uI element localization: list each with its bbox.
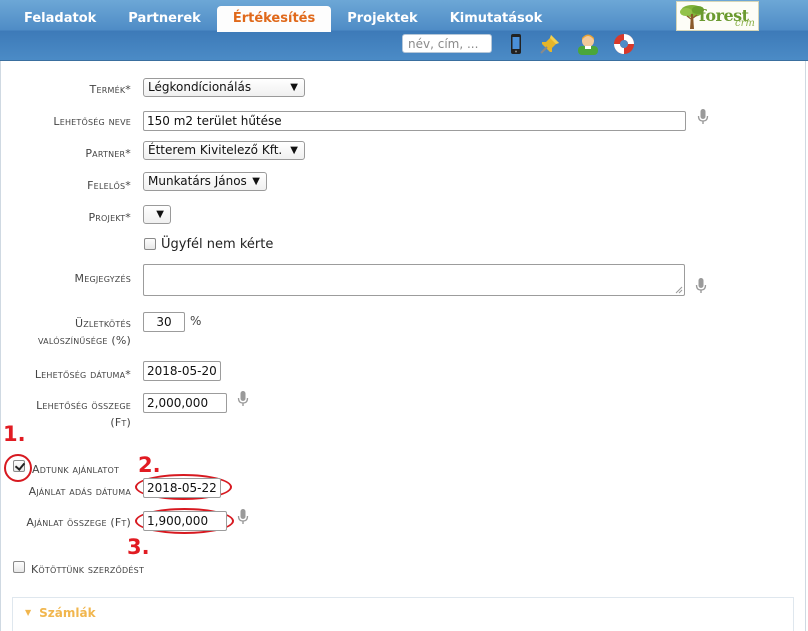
tab-projektek[interactable]: Projektek [331, 6, 433, 32]
microphone-icon[interactable] [697, 108, 709, 126]
dropdown-arrow-icon: ▼ [290, 82, 298, 93]
projekt-label: Projekt* [88, 211, 131, 224]
megjegyzes-textarea[interactable] [143, 264, 685, 296]
content-right-border [805, 61, 806, 631]
lehetoseg-osszege-input[interactable]: 2,000,000 [143, 393, 227, 413]
dropdown-arrow-icon: ▼ [290, 145, 298, 156]
annotation-number-1: 1. [3, 422, 26, 446]
lehetoseg-osszege-label: Lehetőség összege (Ft) [36, 399, 131, 429]
microphone-icon[interactable] [237, 390, 249, 408]
content-left-border [0, 61, 1, 631]
tab-feladatok[interactable]: Feladatok [8, 6, 112, 32]
dropdown-arrow-icon: ▼ [156, 209, 164, 220]
partner-select[interactable]: Étterem Kivitelező Kft. ▼ [143, 141, 305, 160]
collapse-triangle-icon: ▼ [25, 608, 32, 617]
lehetoseg-neve-label: Lehetőség neve [53, 115, 131, 128]
microphone-icon[interactable] [695, 277, 707, 295]
tab-partnerek[interactable]: Partnerek [112, 6, 217, 32]
lehetoseg-datuma-label: Lehetőség dátuma* [34, 368, 131, 381]
adtunk-ajanlatot-checkbox[interactable] [13, 460, 25, 472]
projekt-select[interactable]: ▼ [143, 205, 171, 224]
user-icon[interactable] [576, 32, 600, 56]
dropdown-arrow-icon: ▼ [252, 176, 260, 187]
main-tabs: Feladatok Partnerek Értékesítés Projekte… [8, 6, 558, 32]
felelos-select[interactable]: Munkatárs János ▼ [143, 172, 267, 191]
kotottunk-szerzodest-checkbox[interactable] [13, 561, 25, 573]
lehetoseg-neve-input[interactable]: 150 m2 terület hűtése [143, 111, 686, 131]
help-lifebuoy-icon[interactable] [612, 32, 636, 56]
megjegyzes-label: Megjegyzés [74, 272, 131, 285]
adtunk-ajanlatot-label: Adtunk ajánlatot [32, 463, 120, 476]
forest-crm-logo[interactable]: forest crm [676, 1, 759, 31]
uzletkotes-input[interactable]: 30 [143, 312, 185, 332]
annotation-number-3: 3. [127, 535, 150, 559]
microphone-icon[interactable] [237, 508, 249, 526]
tab-kimutatasok[interactable]: Kimutatások [434, 6, 559, 32]
lehetoseg-datuma-input[interactable]: 2018-05-20 [143, 361, 221, 381]
phone-icon[interactable] [504, 32, 528, 56]
annotation-number-2: 2. [138, 453, 161, 477]
ajanlat-adas-datuma-input[interactable]: 2018-05-22 [143, 478, 221, 498]
logo-subtext: crm [735, 18, 755, 29]
resize-handle-icon[interactable] [675, 286, 683, 294]
szamlak-section: ▼ Számlák [12, 597, 794, 631]
tab-ertekesites[interactable]: Értékesítés [216, 6, 332, 32]
ugyfel-nem-kerte-checkbox[interactable] [144, 238, 156, 250]
kotottunk-szerzodest-label: Kötöttünk szerződést [31, 563, 145, 576]
percent-unit: % [190, 314, 202, 328]
ugyfel-nem-kerte-label: Ügyfél nem kérte [161, 237, 274, 252]
termek-label: Termék* [89, 83, 131, 96]
ajanlat-osszege-label: Ajánlat összege (Ft) [26, 516, 131, 529]
ajanlat-adas-datuma-label: Ajánlat adás dátuma [28, 485, 131, 498]
uzletkotes-label: Üzletkötés valószínűsége (%) [38, 317, 131, 347]
search-input[interactable] [402, 34, 492, 53]
ajanlat-osszege-input[interactable]: 1,900,000 [143, 511, 227, 531]
termek-select[interactable]: Légkondícionálás ▼ [143, 78, 305, 97]
top-nav-bar: Feladatok Partnerek Értékesítés Projekte… [0, 0, 808, 61]
partner-label: Partner* [85, 147, 131, 160]
szamlak-section-header[interactable]: ▼ Számlák [25, 606, 96, 620]
pin-icon[interactable] [538, 32, 562, 56]
felelos-label: Felelős* [87, 179, 131, 192]
